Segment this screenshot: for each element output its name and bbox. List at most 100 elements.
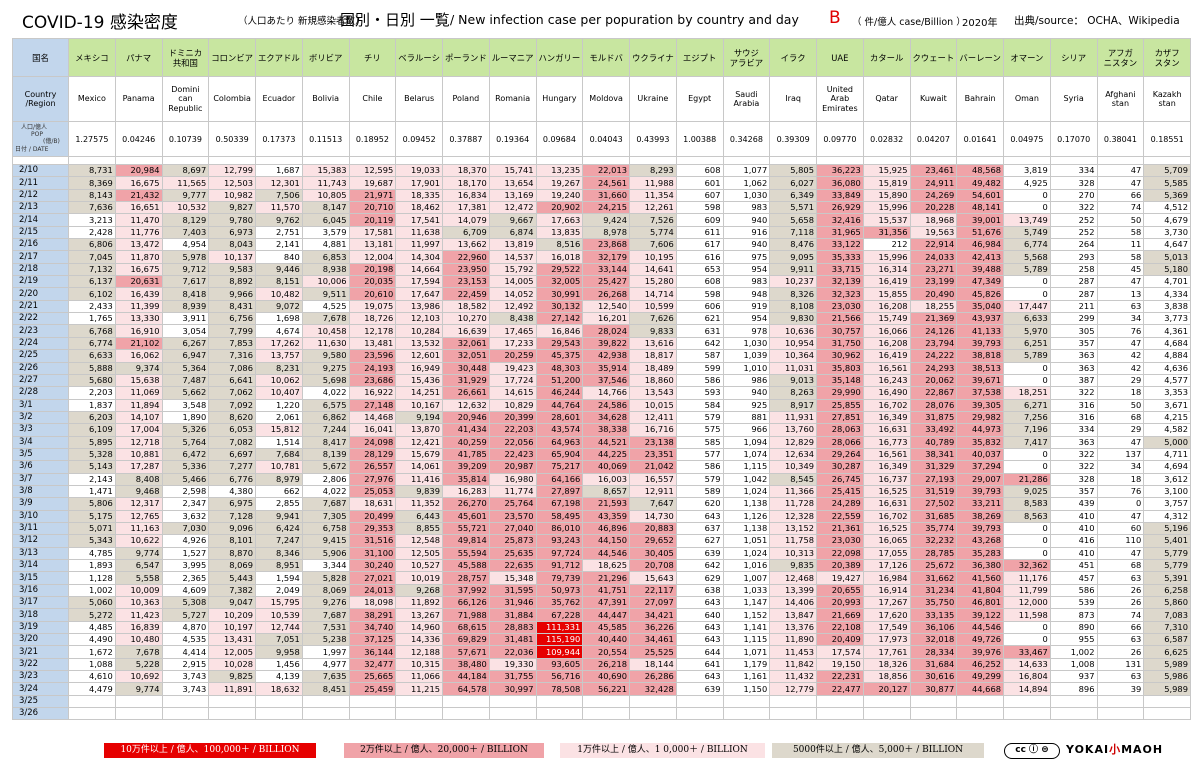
value-cell: 22,867	[909, 386, 958, 400]
value-cell: 9,025	[1003, 484, 1051, 499]
date-cell: 2/20	[12, 287, 69, 301]
value-cell: 8,069	[301, 583, 350, 598]
spacer-cell	[114, 156, 163, 165]
value-cell: 12,317	[114, 497, 163, 511]
value-cell: 7,687	[301, 497, 350, 511]
value-cell: 586	[675, 373, 724, 388]
value-cell: 1,002	[1049, 645, 1098, 659]
value-cell: 12,718	[114, 435, 163, 449]
value-cell: 8,129	[161, 213, 210, 227]
value-cell: 15,280	[629, 275, 677, 289]
value-cell: 10,829	[488, 398, 537, 412]
date-cell: 2/19	[12, 275, 69, 289]
value-cell: 601	[675, 176, 724, 190]
value-cell: 29,652	[629, 534, 677, 548]
value-cell: 1,030	[722, 188, 771, 203]
value-cell: 31,516	[348, 534, 397, 548]
corner-pop-label-en: POP	[31, 131, 43, 138]
table-row: 3/8 1,471 9,468 2,598 4,380 662 4,022 25,053 9,8…	[12, 484, 1191, 499]
value-cell	[816, 694, 864, 709]
value-cell: 1,033	[722, 583, 771, 598]
value-cell: 20,119	[348, 213, 397, 227]
value-cell: 30,405	[629, 546, 677, 561]
value-cell: 9,667	[488, 213, 537, 227]
value-cell: 16,675	[114, 176, 163, 190]
value-cell: 18,462	[395, 201, 443, 215]
value-cell: 13	[1096, 287, 1145, 301]
value-cell: 5,571	[769, 201, 817, 215]
value-cell: 627	[675, 534, 724, 548]
value-cell: 1,150	[722, 682, 771, 696]
value-cell: 10,599	[629, 299, 677, 314]
date-cell: 3/15	[12, 571, 69, 585]
value-cell: 39,793	[956, 336, 1004, 351]
value-cell: 5,989	[1143, 657, 1191, 672]
value-cell: 6,768	[68, 324, 116, 338]
value-cell: 0	[1003, 287, 1051, 301]
value-cell: 9,966	[208, 287, 256, 301]
value-cell: 5,343	[68, 534, 116, 548]
table-row: 3/2 6,203 14,107 1,890 8,620 2,061 6,862 14,468…	[12, 410, 1191, 425]
value-cell: 26	[1096, 596, 1145, 610]
value-cell: 24,911	[909, 176, 958, 190]
value-cell: 6,947	[161, 349, 210, 363]
value-cell: 12,632	[442, 398, 490, 412]
author-logo: YOKAI小MAOH	[1066, 741, 1163, 757]
date-cell: 3/2	[12, 410, 69, 425]
value-cell: 16,208	[862, 299, 911, 314]
value-cell: 6,203	[68, 410, 116, 425]
value-cell: 8,293	[629, 163, 677, 178]
value-cell: 22,013	[582, 163, 630, 178]
value-cell: 2,855	[255, 497, 303, 511]
value-cell: 16,018	[535, 250, 584, 264]
value-cell: 4,312	[1143, 509, 1191, 523]
value-cell: 1,672	[68, 645, 116, 659]
value-cell: 1,016	[722, 558, 771, 573]
date-cell: 2/28	[12, 386, 69, 400]
value-cell: 32,416	[816, 213, 864, 227]
country-name-jp: パナマ	[114, 38, 163, 77]
value-cell: 11,031	[769, 361, 817, 375]
country-name-en: Mexico	[68, 76, 116, 122]
value-cell: 38,513	[956, 361, 1004, 375]
table-row: 3/16 1,002 10,009 4,609 7,382 2,049 8,069 24,01…	[12, 583, 1191, 598]
value-cell: 12,779	[769, 682, 817, 696]
value-cell: 410	[1049, 509, 1098, 523]
population-value: 0.38041	[1096, 121, 1145, 157]
value-cell: 44,546	[956, 620, 1004, 635]
country-name-en: Iraq	[769, 76, 817, 122]
value-cell: 641	[675, 657, 724, 672]
value-cell: 6,633	[1003, 312, 1051, 326]
value-cell	[114, 694, 163, 709]
value-cell: 6,975	[208, 497, 256, 511]
population-value: 0.04246	[114, 121, 163, 157]
population-value: 0.04975	[1003, 121, 1051, 157]
value-cell: 8,108	[769, 299, 817, 314]
value-cell: 40,037	[956, 447, 1004, 462]
population-value: 0.09684	[535, 121, 584, 157]
value-cell: 5,789	[1003, 262, 1051, 277]
value-cell: 607	[675, 188, 724, 203]
value-cell: 5,986	[1143, 670, 1191, 684]
value-cell: 109,944	[535, 645, 584, 659]
value-cell: 14,336	[395, 633, 443, 647]
date-cell: 2/17	[12, 250, 69, 264]
value-cell: 23,138	[629, 435, 677, 449]
country-name-jp: ハンガリー	[535, 38, 584, 77]
value-cell: 31,662	[909, 571, 958, 585]
value-cell: 16,557	[629, 472, 677, 486]
table-row: 3/5 5,328 10,881 6,472 6,697 7,684 8,139 28,129…	[12, 447, 1191, 462]
table-row: 2/22 1,765 13,330 3,911 6,756 1,698 7,678 18,72…	[12, 312, 1191, 326]
value-cell: 6,774	[1003, 238, 1051, 252]
table-row: 2/21 2,433 11,399 8,939 8,431 9,072 4,525 19,07…	[12, 299, 1191, 314]
value-cell: 11,890	[769, 633, 817, 647]
value-cell: 11,399	[114, 299, 163, 314]
value-cell: 40,789	[909, 435, 958, 449]
value-cell: 4,334	[1143, 287, 1191, 301]
value-cell: 17,973	[862, 633, 911, 647]
value-cell: 4,870	[161, 620, 210, 635]
value-cell: 39,001	[956, 213, 1004, 227]
table-row: 3/14 1,893 6,547 3,995 8,069 8,951 3,344 30,240…	[12, 558, 1191, 573]
value-cell: 986	[722, 373, 771, 388]
value-cell: 13,835	[535, 225, 584, 240]
